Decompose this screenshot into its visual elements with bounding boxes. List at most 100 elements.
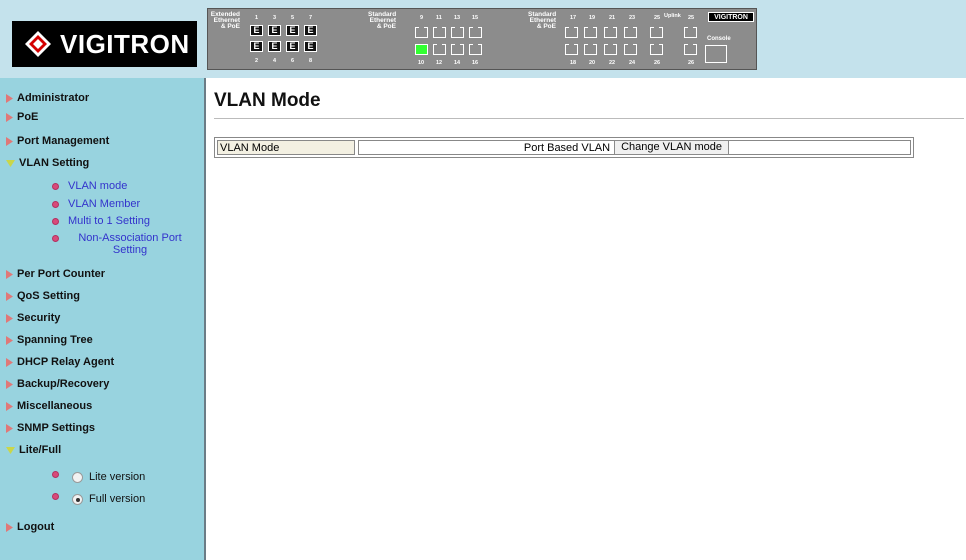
port-number: 17: [570, 15, 577, 21]
sidebar-item-miscellaneous[interactable]: Miscellaneous: [6, 398, 92, 414]
port-16: [469, 44, 482, 55]
sidebar-item-logout[interactable]: Logout: [6, 519, 54, 535]
sidebar-item-label: Per Port Counter: [17, 268, 106, 280]
port-number: 19: [589, 15, 596, 21]
submenu-vlan-mode[interactable]: VLAN mode: [52, 180, 127, 192]
vlan-mode-value: Port Based VLAN: [523, 141, 611, 154]
radio-label: Lite version: [89, 471, 146, 483]
vigitron-logo: VIGITRON: [12, 21, 197, 67]
sidebar-item-label: VLAN Setting: [19, 157, 90, 169]
port-number: 11: [436, 15, 442, 21]
port-number: 24: [629, 60, 636, 66]
port-17: [565, 27, 578, 38]
arrow-right-icon: [6, 93, 13, 103]
port-number: 20: [589, 60, 596, 66]
port-25b: [684, 27, 697, 38]
arrow-right-icon: [6, 423, 13, 433]
port-number: 1: [255, 15, 259, 21]
port-7: [304, 25, 317, 36]
sidebar-item-spanning-tree[interactable]: Spanning Tree: [6, 332, 93, 348]
sidebar-item-backup-recovery[interactable]: Backup/Recovery: [6, 376, 109, 392]
bullet-icon: [52, 218, 59, 225]
sidebar-item-snmp-settings[interactable]: SNMP Settings: [6, 420, 95, 436]
port-number: 5: [291, 15, 295, 21]
port-1: [250, 25, 263, 36]
port-number: 14: [454, 60, 461, 66]
standard-ethernet-label-2: Standard Ethernet & PoE: [528, 11, 557, 30]
port-6: [286, 41, 299, 52]
bullet-icon: [52, 235, 59, 242]
console-port: [705, 45, 727, 63]
port-number: 4: [273, 58, 277, 64]
sidebar-item-port-management[interactable]: Port Management: [6, 133, 109, 149]
submenu-non-association-port[interactable]: Non-Association Port Setting: [52, 232, 192, 256]
sidebar-item-label: Port Management: [17, 135, 110, 147]
lite-version-option: Lite version: [52, 470, 146, 483]
port-9: [415, 27, 428, 38]
sidebar-item-vlan-setting[interactable]: VLAN Setting: [6, 155, 89, 171]
vlan-mode-table: VLAN Mode Port Based VLAN Change VLAN mo…: [214, 137, 914, 158]
submenu-label: VLAN mode: [68, 180, 128, 192]
port-number: 21: [609, 15, 616, 21]
port-number: 26: [688, 60, 695, 66]
port-3: [268, 25, 281, 36]
sidebar-item-label: QoS Setting: [17, 290, 80, 302]
bullet-icon: [52, 201, 59, 208]
port-11: [433, 27, 446, 38]
port-8: [304, 41, 317, 52]
sidebar-item-administrator[interactable]: Administrator: [6, 90, 89, 106]
sidebar-item-label: Spanning Tree: [17, 334, 93, 346]
port-10-active: [415, 44, 428, 55]
mini-vigitron-logo: VIGITRON: [708, 12, 754, 22]
change-vlan-mode-button[interactable]: Change VLAN mode: [614, 140, 729, 155]
arrow-down-icon: [6, 159, 15, 167]
arrow-right-icon: [6, 313, 13, 323]
port-number: 15: [472, 15, 479, 21]
port-26: [650, 44, 663, 55]
sidebar-item-label: SNMP Settings: [17, 422, 96, 434]
sidebar-item-security[interactable]: Security: [6, 310, 60, 326]
vigitron-diamond-icon: [25, 31, 51, 57]
sidebar-item-per-port-counter[interactable]: Per Port Counter: [6, 266, 105, 282]
port-21: [604, 27, 617, 38]
port-number: 2: [255, 58, 259, 64]
submenu-vlan-member[interactable]: VLAN Member: [52, 198, 140, 210]
page-title: VLAN Mode: [214, 90, 321, 111]
port-number: 6: [291, 58, 295, 64]
submenu-label: Multi to 1 Setting: [68, 215, 150, 227]
sidebar-item-label: Backup/Recovery: [17, 378, 110, 390]
submenu-label: Non-Association Port Setting: [78, 232, 182, 256]
sidebar-item-poe[interactable]: PoE: [6, 109, 38, 125]
port-number: 9: [420, 15, 424, 21]
console-label: Console: [707, 36, 731, 42]
sidebar-item-lite-full[interactable]: Lite/Full: [6, 442, 61, 458]
port-number: 7: [309, 15, 313, 21]
sidebar-item-label: DHCP Relay Agent: [17, 356, 115, 368]
bullet-icon: [52, 183, 59, 190]
port-22: [604, 44, 617, 55]
port-19: [584, 27, 597, 38]
radio-label: Full version: [89, 493, 146, 505]
submenu-multi-to-1[interactable]: Multi to 1 Setting: [52, 215, 150, 227]
bullet-icon: [52, 492, 59, 500]
standard-ethernet-label-1: Standard Ethernet & PoE: [368, 11, 397, 30]
port-4: [268, 41, 281, 52]
sidebar-item-label: Logout: [17, 521, 55, 533]
port-number: 26: [654, 60, 661, 66]
submenu-label: VLAN Member: [68, 198, 141, 210]
header-banner: VIGITRON Extended Ethernet & PoE Standar…: [0, 0, 966, 78]
sidebar-item-qos-setting[interactable]: QoS Setting: [6, 288, 80, 304]
arrow-right-icon: [6, 112, 13, 122]
full-version-radio[interactable]: [72, 493, 83, 505]
uplink-label: Uplink: [664, 13, 681, 19]
sidebar-item-label: Security: [17, 312, 61, 324]
logo-text: VIGITRON: [60, 28, 190, 59]
lite-version-radio[interactable]: [72, 471, 83, 483]
arrow-right-icon: [6, 269, 13, 279]
port-14: [451, 44, 464, 55]
arrow-right-icon: [6, 291, 13, 301]
sidebar-item-label: Administrator: [17, 92, 90, 104]
arrow-right-icon: [6, 379, 13, 389]
sidebar-item-dhcp-relay-agent[interactable]: DHCP Relay Agent: [6, 354, 114, 370]
port-2: [250, 41, 263, 52]
